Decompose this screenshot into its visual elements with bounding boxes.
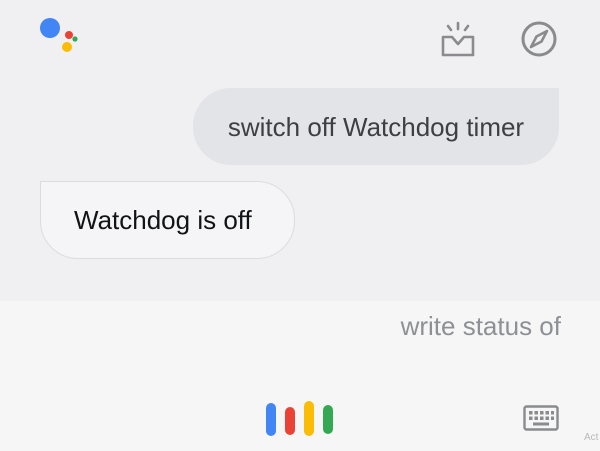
explore-button[interactable] (518, 18, 560, 60)
mic-bar-green (323, 405, 333, 434)
mic-bar-yellow (304, 401, 314, 436)
compass-explore-icon (521, 21, 557, 57)
keyboard-button[interactable] (523, 405, 559, 431)
mic-bar-red (285, 407, 295, 435)
partial-query-text: write status of (400, 311, 561, 341)
assistant-reply-bubble: Watchdog is off (40, 181, 295, 259)
google-assistant-logo-icon (40, 18, 80, 58)
mic-bar-blue (266, 403, 276, 436)
microphone-button[interactable] (266, 401, 334, 437)
keyboard-icon (523, 405, 559, 431)
user-message-bubble: switch off Watchdog timer (193, 88, 559, 165)
snapshot-tray-icon (441, 21, 475, 57)
assistant-reply-text: Watchdog is off (74, 205, 252, 235)
user-message-text: switch off Watchdog timer (227, 111, 525, 142)
watermark-text: Act (584, 432, 599, 443)
snapshot-button[interactable] (438, 20, 478, 60)
